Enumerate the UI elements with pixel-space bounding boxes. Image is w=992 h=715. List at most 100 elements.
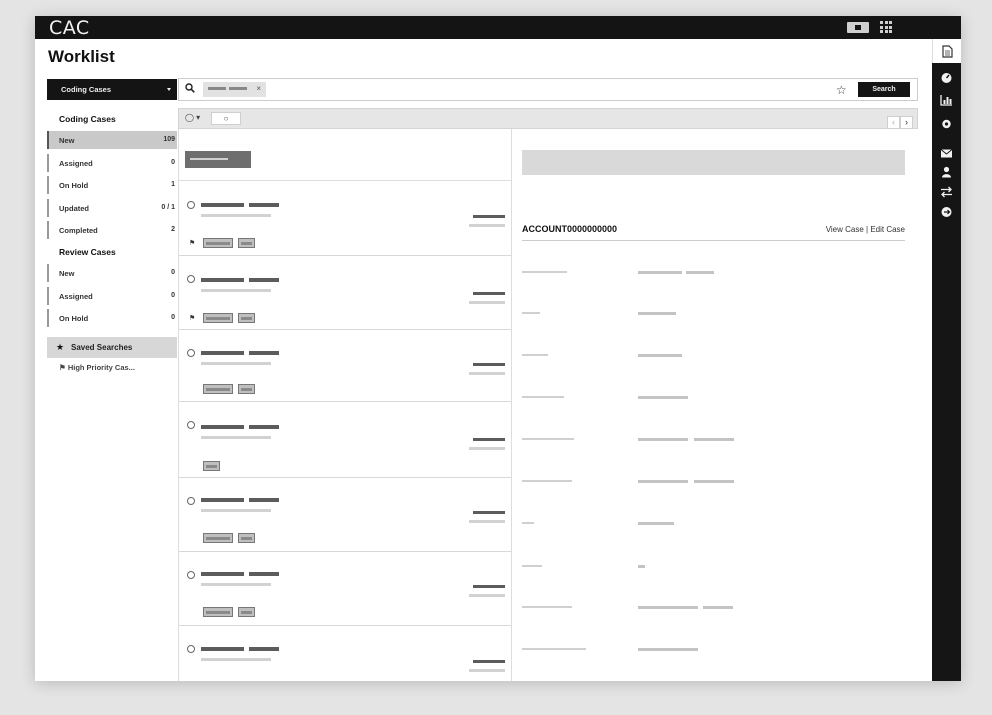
dashboard-icon[interactable] xyxy=(940,71,953,83)
flag-icon: ⚑ xyxy=(189,315,196,322)
row-subtitle-placeholder xyxy=(201,362,271,365)
sidebar-item-count: 1 xyxy=(171,181,175,188)
apps-grid-icon[interactable] xyxy=(880,21,892,33)
user-icon[interactable] xyxy=(940,166,953,178)
sidebar-item-coding-new[interactable]: New 109 xyxy=(47,131,177,149)
row-title-placeholder xyxy=(249,203,279,207)
field-value-placeholder xyxy=(638,271,682,274)
select-all-checkbox[interactable]: ◯ ▾ xyxy=(185,113,200,122)
coding-tag xyxy=(203,384,233,394)
row-meta-placeholder xyxy=(469,224,505,227)
search-filter-chip[interactable]: × xyxy=(203,82,266,97)
cdi-tag xyxy=(238,607,255,617)
list-item[interactable] xyxy=(179,626,511,681)
refresh-button[interactable]: ○ xyxy=(211,112,241,125)
detail-field-row xyxy=(522,480,905,486)
field-value-placeholder xyxy=(638,648,698,651)
list-item[interactable] xyxy=(179,402,511,478)
row-meta-placeholder xyxy=(469,301,505,304)
row-radio[interactable] xyxy=(187,275,195,283)
list-item[interactable] xyxy=(179,478,511,552)
document-rail-slot xyxy=(932,39,961,63)
row-title-placeholder xyxy=(249,425,279,429)
sidebar-item-coding-updated[interactable]: Updated 0 / 1 xyxy=(47,199,177,217)
sidebar-item-review-on-hold[interactable]: On Hold 0 xyxy=(47,309,177,327)
cdi-tag xyxy=(238,313,255,323)
sidebar-item-count: 0 xyxy=(171,292,175,299)
sidebar-item-coding-completed[interactable]: Completed 2 xyxy=(47,221,177,239)
star-icon: ★ xyxy=(56,342,65,352)
field-label-placeholder xyxy=(522,396,564,398)
row-radio[interactable] xyxy=(187,571,195,579)
field-value-placeholder xyxy=(638,480,688,483)
row-radio[interactable] xyxy=(187,645,195,653)
row-meta-placeholder xyxy=(473,215,505,218)
sidebar-item-count: 0 xyxy=(171,314,175,321)
flag-icon: ⚑ xyxy=(189,240,196,247)
cdi-tag xyxy=(238,384,255,394)
edit-case-link[interactable]: Edit Case xyxy=(870,225,905,234)
search-bar[interactable]: × ☆ Search xyxy=(178,78,918,101)
coding-cases-heading: Coding Cases xyxy=(59,114,116,124)
field-value-placeholder xyxy=(694,480,734,483)
right-icon-rail xyxy=(932,39,961,681)
detail-field-row xyxy=(522,648,905,654)
field-value-placeholder xyxy=(694,438,734,441)
list-item[interactable] xyxy=(179,552,511,626)
favorite-star-icon[interactable]: ☆ xyxy=(836,83,847,97)
case-list: ⚑ ⚑ xyxy=(178,129,512,681)
row-subtitle-placeholder xyxy=(201,289,271,292)
app-window: CAC Worklist Coding Cases Coding Cases N… xyxy=(35,16,961,681)
sidebar-item-label: Assigned xyxy=(59,159,93,168)
search-button[interactable]: Search xyxy=(858,82,910,97)
page-title: Worklist xyxy=(48,47,115,66)
sidebar-item-review-new[interactable]: New 0 xyxy=(47,264,177,282)
list-action-button[interactable] xyxy=(185,151,251,168)
envelope-icon[interactable] xyxy=(940,147,953,159)
field-value-placeholder xyxy=(638,565,645,568)
document-icon[interactable] xyxy=(942,45,953,58)
saved-searches-header[interactable]: ★ Saved Searches xyxy=(47,337,177,358)
row-radio[interactable] xyxy=(187,349,195,357)
sidebar-item-review-assigned[interactable]: Assigned 0 xyxy=(47,287,177,305)
field-value-placeholder xyxy=(638,396,688,399)
pager: ‹ › xyxy=(887,112,913,130)
row-subtitle-placeholder xyxy=(201,436,271,439)
field-value-placeholder xyxy=(638,522,674,525)
detail-banner xyxy=(522,150,905,175)
transfer-arrows-icon[interactable] xyxy=(940,186,953,198)
user-card-icon[interactable] xyxy=(847,22,869,33)
row-meta-placeholder xyxy=(473,585,505,588)
coding-tag xyxy=(203,238,233,248)
cdi-tag xyxy=(203,461,220,471)
sidebar-item-label: Completed xyxy=(59,226,98,235)
row-title-placeholder xyxy=(201,425,244,429)
next-page-button[interactable]: › xyxy=(900,116,913,129)
row-title-placeholder xyxy=(201,278,244,282)
list-item[interactable]: ⚑ xyxy=(179,256,511,330)
saved-search-label: High Priority Cas... xyxy=(67,363,135,372)
row-meta-placeholder xyxy=(469,669,505,672)
sidebar-item-label: On Hold xyxy=(59,181,89,190)
detail-field-row xyxy=(522,312,905,318)
list-item[interactable] xyxy=(179,330,511,402)
list-item[interactable]: ⚑ xyxy=(179,182,511,256)
saved-search-item[interactable]: ⚑ High Priority Cas... xyxy=(59,363,135,372)
close-icon[interactable]: × xyxy=(256,84,261,93)
view-case-link[interactable]: View Case xyxy=(826,225,864,234)
sidebar-item-coding-assigned[interactable]: Assigned 0 xyxy=(47,154,177,172)
gear-icon[interactable] xyxy=(940,118,953,130)
sign-out-icon[interactable] xyxy=(940,206,953,218)
case-type-dropdown[interactable]: Coding Cases xyxy=(47,79,177,100)
row-radio[interactable] xyxy=(187,497,195,505)
field-label-placeholder xyxy=(522,522,534,524)
review-cases-heading: Review Cases xyxy=(59,247,116,257)
row-radio[interactable] xyxy=(187,201,195,209)
case-detail-panel: ACCOUNT0000000000 View Case | Edit Case xyxy=(512,129,918,681)
sidebar-item-coding-on-hold[interactable]: On Hold 1 xyxy=(47,176,177,194)
row-radio[interactable] xyxy=(187,421,195,429)
field-label-placeholder xyxy=(522,438,574,440)
field-value-placeholder xyxy=(638,354,682,357)
prev-page-button[interactable]: ‹ xyxy=(887,116,900,129)
bar-chart-icon[interactable] xyxy=(940,94,953,106)
